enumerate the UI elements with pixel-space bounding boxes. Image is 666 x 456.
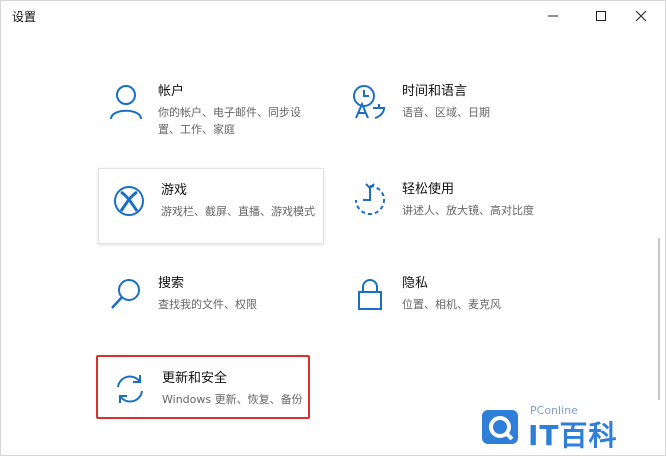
title-bar: 设置: [0, 0, 666, 32]
minimize-button[interactable]: [530, 0, 576, 32]
tile-title: 搜索: [158, 276, 185, 291]
tile-description: Windows 更新、恢复、备份: [162, 393, 303, 406]
person-icon: [104, 80, 148, 124]
window-title: 设置: [12, 10, 37, 24]
tile-title: 轻松使用: [402, 182, 455, 197]
tile-description: 查找我的文件、权限: [158, 298, 257, 311]
tile-description: 语音、区域、日期: [402, 106, 490, 119]
watermark-text: IT百科: [528, 419, 618, 452]
settings-tile-update-security[interactable]: 更新和安全 Windows 更新、恢复、备份: [96, 355, 310, 419]
settings-tile-time-language[interactable]: 时间和语言 语音、区域、日期: [348, 80, 578, 150]
search-icon: [104, 272, 148, 316]
close-button[interactable]: [618, 0, 664, 32]
tile-title: 游戏: [161, 183, 188, 198]
tile-description: 讲述人、放大镜、高对比度: [402, 204, 534, 217]
tile-title: 帐户: [158, 84, 185, 99]
tile-description: 位置、相机、麦克风: [402, 298, 501, 311]
lock-icon: [348, 272, 392, 316]
tile-title: 更新和安全: [162, 371, 228, 386]
xbox-icon: [107, 179, 151, 223]
settings-tile-privacy[interactable]: 隐私 位置、相机、麦克风: [348, 272, 578, 342]
minimize-icon: [548, 15, 558, 17]
ease-of-access-icon: [348, 178, 392, 222]
settings-tile-account[interactable]: 帐户 你的帐户、电子邮件、同步设置、工作、家庭: [104, 80, 334, 150]
tile-title: 隐私: [402, 276, 429, 291]
settings-tile-ease-of-access[interactable]: 轻松使用 讲述人、放大镜、高对比度: [348, 178, 578, 248]
tile-description: 你的帐户、电子邮件、同步设置、工作、家庭: [158, 106, 301, 136]
settings-tile-gaming[interactable]: 游戏 游戏栏、截屏、直播、游戏模式: [98, 168, 324, 244]
tile-title: 时间和语言: [402, 84, 468, 99]
time-language-icon: [348, 80, 392, 124]
pconline-logo-icon: [482, 410, 518, 444]
close-icon: [636, 11, 646, 21]
settings-tile-search[interactable]: 搜索 查找我的文件、权限: [104, 272, 334, 342]
watermark: PConline IT百科: [480, 400, 660, 452]
scrollbar[interactable]: [658, 238, 660, 400]
sync-icon: [108, 367, 152, 411]
tile-description: 游戏栏、截屏、直播、游戏模式: [161, 205, 315, 218]
maximize-icon: [596, 11, 606, 21]
